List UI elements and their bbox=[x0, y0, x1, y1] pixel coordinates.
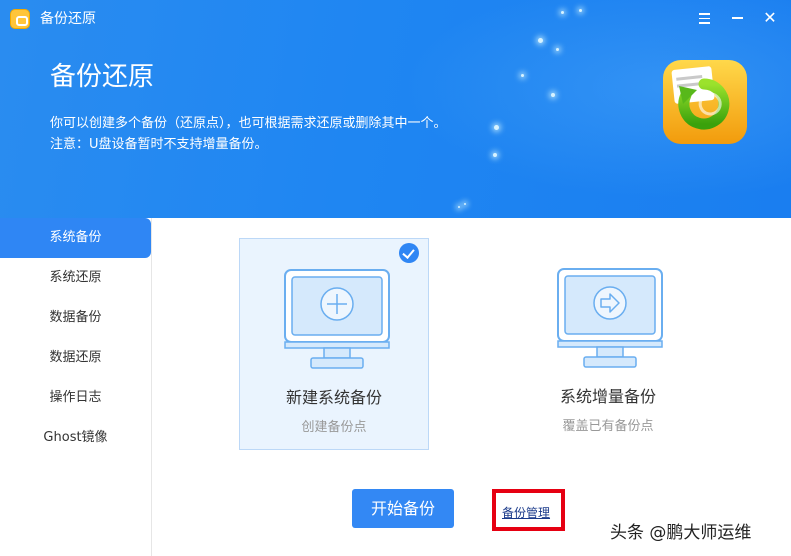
app-logo-icon bbox=[10, 9, 30, 29]
option-subtitle: 创建备份点 bbox=[301, 420, 367, 435]
backup-manage-link[interactable]: 备份管理 bbox=[502, 504, 550, 521]
option-title: 新建系统备份 bbox=[285, 388, 382, 407]
sparkle-dot bbox=[556, 48, 559, 51]
close-icon[interactable]: ✕ bbox=[759, 7, 781, 29]
sidebar-item-system-backup[interactable]: 系统备份 bbox=[0, 218, 151, 258]
sidebar-item-system-restore[interactable]: 系统还原 bbox=[0, 258, 151, 298]
header-banner: 备份还原 ✕ 备份还原 你可以创建多个备份（还原点），也可根据需求还原或删除其中… bbox=[0, 0, 791, 218]
sparkle-dot bbox=[464, 203, 466, 205]
page-title: 备份还原 bbox=[50, 62, 155, 92]
sidebar-item-data-restore[interactable]: 数据还原 bbox=[0, 338, 151, 378]
start-backup-button[interactable]: 开始备份 bbox=[352, 489, 454, 528]
monitor-arrow-icon bbox=[557, 268, 663, 368]
sparkle-dot bbox=[494, 125, 499, 130]
check-icon bbox=[399, 243, 419, 263]
sidebar: 系统备份 系统还原 数据备份 数据还原 操作日志 Ghost镜像 bbox=[0, 218, 152, 556]
monitor-plus-icon bbox=[284, 269, 390, 369]
minimize-icon[interactable] bbox=[726, 7, 748, 29]
restore-backup-icon bbox=[663, 60, 747, 144]
option-subtitle: 覆盖已有备份点 bbox=[562, 419, 654, 434]
sparkle-dot bbox=[458, 206, 460, 208]
window-title: 备份还原 bbox=[40, 11, 96, 27]
sparkle-dot bbox=[538, 38, 543, 43]
sparkle-dot bbox=[561, 11, 564, 14]
page-description: 你可以创建多个备份（还原点），也可根据需求还原或删除其中一个。 bbox=[50, 116, 447, 131]
menu-icon[interactable] bbox=[693, 7, 715, 29]
sparkle-dot bbox=[579, 9, 582, 12]
option-new-system-backup[interactable]: 新建系统备份 创建备份点 bbox=[239, 238, 429, 450]
page-note: 注意：U盘设备暂时不支持增量备份。 bbox=[50, 137, 268, 152]
backup-manage-highlight: 备份管理 bbox=[492, 489, 565, 531]
sparkle-dot bbox=[521, 74, 524, 77]
option-title: 系统增量备份 bbox=[559, 387, 656, 406]
watermark-text: 头条 @鹏大师运维 bbox=[610, 523, 752, 543]
sidebar-item-operation-log[interactable]: 操作日志 bbox=[0, 378, 151, 418]
sidebar-item-ghost-image[interactable]: Ghost镜像 bbox=[0, 418, 151, 458]
option-incremental-backup[interactable]: 系统增量备份 覆盖已有备份点 bbox=[513, 238, 703, 450]
sparkle-dot bbox=[551, 93, 555, 97]
sidebar-item-data-backup[interactable]: 数据备份 bbox=[0, 298, 151, 338]
sparkle-dot bbox=[493, 153, 497, 157]
